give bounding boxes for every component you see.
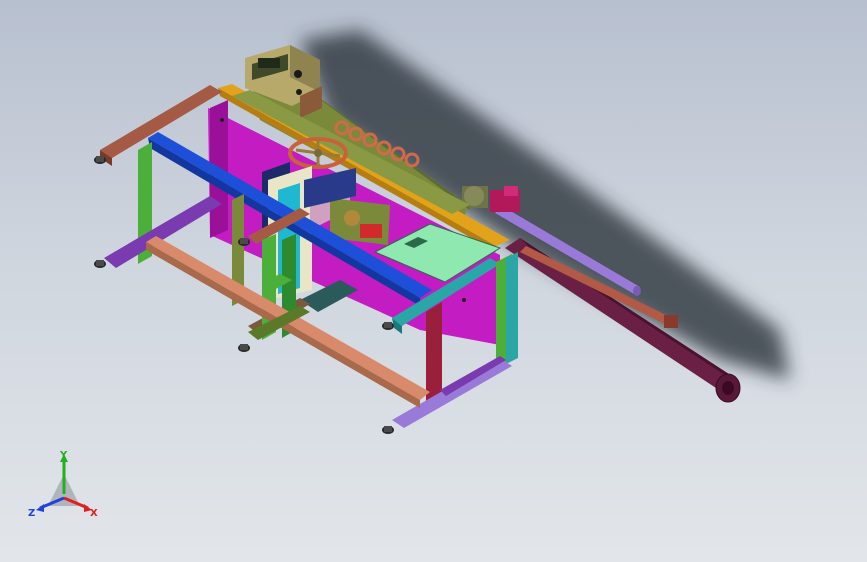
display-screen — [258, 58, 280, 68]
z-axis-arrow-icon — [36, 504, 44, 512]
graphics-viewport[interactable]: Y X Z — [0, 0, 867, 562]
foot-icon — [94, 156, 106, 164]
knob-icon[interactable] — [294, 70, 302, 78]
cad-assembly-model[interactable] — [0, 0, 867, 562]
foot-icon — [382, 322, 394, 330]
foot-icon — [238, 238, 250, 246]
foot-icon — [238, 344, 250, 352]
axis-triad[interactable]: Y X Z — [22, 446, 106, 530]
foot-icon — [382, 426, 394, 434]
z-axis-label: Z — [28, 508, 35, 519]
x-axis-label: X — [90, 508, 98, 519]
y-axis-label: Y — [59, 450, 68, 461]
foot-icon — [94, 260, 106, 268]
